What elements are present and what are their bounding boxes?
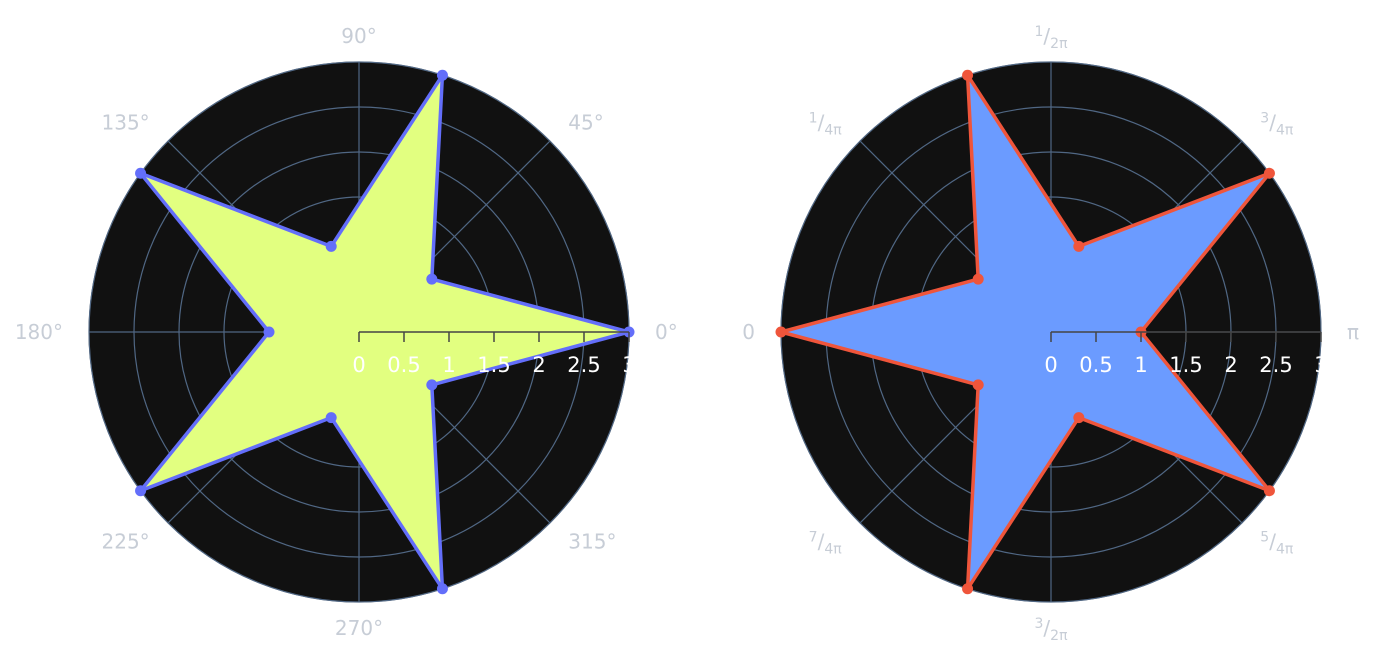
radial-tick-label: 2	[532, 353, 545, 377]
radial-tick-label: 2.5	[567, 353, 600, 377]
radial-tick-label: 0.5	[1079, 353, 1112, 377]
radial-tick-label: 3	[1314, 353, 1327, 377]
angular-tick-label: 45°	[568, 111, 603, 135]
data-point	[426, 273, 438, 285]
radial-tick-label: 2	[1224, 353, 1237, 377]
data-point	[962, 583, 974, 595]
data-point	[135, 485, 147, 497]
data-point	[426, 379, 438, 391]
data-point	[436, 583, 448, 595]
angular-tick-label: 225°	[102, 529, 150, 553]
angular-tick-label: 5/4π	[1260, 529, 1294, 557]
radial-tick-label: 1.5	[477, 353, 510, 377]
data-point	[263, 326, 275, 338]
angular-tick-label: 135°	[102, 111, 150, 135]
angular-tick-label: 1/4π	[809, 111, 843, 139]
data-point	[962, 69, 974, 81]
angular-tick-label: 90°	[341, 24, 376, 48]
data-point	[775, 326, 787, 338]
radial-tick-label: 0	[352, 353, 365, 377]
radial-tick-label: 3	[622, 353, 635, 377]
radial-tick-label: 0.5	[387, 353, 420, 377]
angular-tick-label: 270°	[335, 616, 383, 640]
data-point	[436, 69, 448, 81]
radial-tick-label: 1	[1134, 353, 1147, 377]
data-point	[972, 273, 984, 285]
angular-tick-label: 3/4π	[1260, 111, 1294, 139]
data-point	[1263, 167, 1275, 179]
angular-tick-label: 180°	[15, 320, 63, 344]
polar-chart-1: 0 0.5 1 1.5 2 2.5 3 0° 45° 90° 135° 180° 225° 270° 315…	[15, 24, 678, 640]
polar-chart-2: 0 0.5 1 1.5 2 2.5 3π 3/4π 1/2π 1/4π 0 7/4π 3/2π 5/4π	[742, 24, 1359, 644]
data-point	[325, 412, 337, 424]
data-point	[972, 379, 984, 391]
radial-tick-label: 2.5	[1259, 353, 1292, 377]
angular-tick-label: 1/2π	[1034, 24, 1068, 52]
polar-charts: 0 0.5 1 1.5 2 2.5 30°45°90°135°180°225°270°315…	[15, 24, 1359, 644]
data-point	[1073, 240, 1085, 252]
angular-tick-label: 315°	[568, 529, 616, 553]
data-point	[135, 167, 147, 179]
angular-tick-label: 0°	[655, 320, 678, 344]
angular-tick-label: 0	[742, 320, 755, 344]
angular-tick-label: 3/2π	[1034, 616, 1068, 644]
radial-tick-label: 0	[1044, 353, 1057, 377]
angular-tick-label: π	[1347, 320, 1359, 344]
data-point	[1073, 412, 1085, 424]
data-point	[1263, 485, 1275, 497]
data-point	[325, 240, 337, 252]
radial-tick-label: 1	[442, 353, 455, 377]
angular-tick-label: 7/4π	[809, 529, 843, 557]
radial-tick-label: 1.5	[1169, 353, 1202, 377]
